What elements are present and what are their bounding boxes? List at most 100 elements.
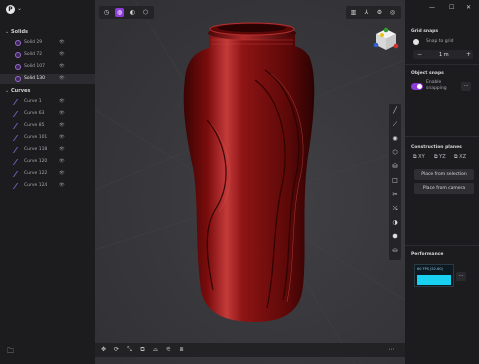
snap-to-grid-toggle[interactable]: [413, 39, 419, 45]
tree-item-label: Curve 124: [24, 183, 48, 188]
tree-item-curve[interactable]: Curve 124 👁: [0, 181, 95, 191]
cylinder-tool-icon[interactable]: ⛁: [390, 162, 400, 172]
scale-icon[interactable]: ⤡: [125, 345, 134, 355]
visibility-icon[interactable]: 👁: [59, 157, 65, 167]
tree-item-label: Curve 1: [24, 99, 42, 104]
fillet-icon[interactable]: ⌓: [151, 345, 160, 355]
performance-more-button[interactable]: ···: [456, 272, 466, 281]
tree-item-curve[interactable]: Curve 118 👁: [0, 145, 95, 155]
tree-item-solid[interactable]: Solid 29 👁: [0, 38, 95, 48]
fps-label: 60 FPS (52-60): [417, 267, 443, 271]
polygon-tool-icon[interactable]: ⬡: [390, 148, 400, 158]
stack-tool-icon[interactable]: ⛀: [390, 246, 400, 256]
grid-size-stepper[interactable]: − 1 m +: [413, 50, 473, 59]
settings-icon[interactable]: ⚙: [375, 8, 384, 17]
trim-tool-icon[interactable]: ⤯: [390, 204, 400, 214]
chevron-down-icon[interactable]: ⌄: [5, 86, 9, 96]
tree-item-label: Curve 122: [24, 171, 48, 176]
object-snaps-title: Object snaps: [411, 71, 444, 76]
place-from-camera-button[interactable]: Place from camera: [414, 183, 474, 194]
shading-icon[interactable]: ◐: [128, 8, 137, 17]
tree-item-curve[interactable]: Curve 120 👁: [0, 157, 95, 167]
clock-icon[interactable]: ◷: [102, 8, 111, 17]
axis-icon[interactable]: ⅄: [362, 8, 371, 17]
box-tool-icon[interactable]: ⬢: [390, 232, 400, 242]
cube-icon[interactable]: ⬡: [141, 8, 150, 17]
visibility-icon[interactable]: 👁: [59, 181, 65, 191]
mirror-icon[interactable]: ⚟: [164, 345, 173, 355]
tree-item-curve[interactable]: Curve 101 👁: [0, 133, 95, 143]
visibility-icon[interactable]: 👁: [59, 109, 65, 119]
maximize-icon[interactable]: ☐: [449, 4, 454, 11]
move-icon[interactable]: ✥: [99, 345, 108, 355]
visibility-icon[interactable]: 👁: [59, 38, 65, 48]
curves-group-header[interactable]: ⌄ Curves: [0, 86, 95, 96]
object-snaps-more-button[interactable]: ···: [461, 82, 471, 91]
tree-item-label: Curve 85: [24, 123, 45, 128]
solid-icon: [15, 52, 21, 58]
3d-viewport[interactable]: ◷ ◍ ◐ ⬡ ▥ ⅄ ⚙ ◎ ╱ ⟋ ◉ ⬡ ⛁ □ ✂ ⤯ ◑ ⬢ ⛀ ✥ …: [95, 0, 405, 364]
visibility-icon[interactable]: 👁: [59, 133, 65, 143]
boolean-icon[interactable]: ⧉: [138, 345, 147, 355]
grid-decrement-button[interactable]: −: [417, 51, 422, 58]
visibility-icon[interactable]: 👁: [59, 121, 65, 131]
tree-item-curve[interactable]: Curve 122 👁: [0, 169, 95, 179]
plane-xz-button[interactable]: ⧉ XZ: [454, 154, 466, 160]
visibility-icon[interactable]: 👁: [59, 97, 65, 107]
rotate-icon[interactable]: ⟳: [112, 345, 121, 355]
square-tool-icon[interactable]: □: [390, 176, 400, 186]
tree-item-solid[interactable]: Solid 130 👁: [0, 74, 95, 84]
solid-icon: [15, 40, 21, 46]
divider: [405, 245, 479, 246]
bottle-model[interactable]: [183, 22, 315, 322]
app-logo[interactable]: P: [6, 5, 15, 14]
grid-increment-button[interactable]: +: [466, 51, 471, 58]
place-from-selection-button[interactable]: Place from selection: [414, 169, 474, 180]
tree-item-solid[interactable]: Solid 72 👁: [0, 50, 95, 60]
curve-icon: [12, 159, 24, 165]
visibility-icon[interactable]: 👁: [59, 50, 65, 60]
more-icon[interactable]: ⋯: [387, 345, 396, 355]
chevron-down-icon[interactable]: ⌄: [5, 27, 9, 37]
tree-item-curve[interactable]: Curve 85 👁: [0, 121, 95, 131]
curve-icon: [12, 123, 24, 129]
visibility-icon[interactable]: 👁: [59, 74, 65, 84]
plane-icon: ⧉: [413, 154, 417, 160]
plane-xy-button[interactable]: ⧉ XY: [413, 154, 425, 160]
divider: [405, 136, 479, 137]
visibility-icon[interactable]: 👁: [59, 62, 65, 72]
tree-item-curve[interactable]: Curve 63 👁: [0, 109, 95, 119]
visibility-icon[interactable]: 👁: [59, 169, 65, 179]
grid-value: 1 m: [439, 52, 449, 58]
curve-icon: [12, 147, 24, 153]
tree-item-label: Curve 101: [24, 135, 48, 140]
globe-icon[interactable]: ◎: [388, 8, 397, 17]
minimize-icon[interactable]: —: [429, 4, 435, 11]
shell-tool-icon[interactable]: ◑: [390, 218, 400, 228]
array-icon[interactable]: ⧈: [177, 345, 186, 355]
viewport-canvas[interactable]: [95, 0, 405, 364]
folder-icon[interactable]: 🗀: [7, 347, 14, 358]
fps-bar: [417, 275, 451, 285]
plane-icon: ⧉: [434, 154, 438, 160]
cut-tool-icon[interactable]: ✂: [390, 190, 400, 200]
close-icon[interactable]: ✕: [466, 4, 471, 11]
polyline-tool-icon[interactable]: ⟋: [390, 120, 400, 130]
performance-title: Performance: [411, 252, 444, 257]
enable-snapping-toggle[interactable]: [411, 83, 423, 90]
circle-tool-icon[interactable]: ◉: [390, 134, 400, 144]
view-mode-icon[interactable]: ◍: [115, 8, 124, 17]
transform-toolbar: ✥ ⟳ ⤡ ⧉ ⌓ ⚟ ⧈ ⋯: [95, 343, 405, 357]
enable-snapping-label: Enable snapping: [426, 80, 447, 91]
solid-icon: [15, 76, 21, 82]
view-cube[interactable]: [373, 27, 399, 53]
solids-group-header[interactable]: ⌄ Solids: [0, 27, 95, 37]
plane-yz-button[interactable]: ⧉ YZ: [434, 154, 446, 160]
visibility-icon[interactable]: 👁: [59, 145, 65, 155]
curve-icon: [12, 135, 24, 141]
chevron-down-icon[interactable]: ⌄: [17, 5, 22, 12]
building-icon[interactable]: ▥: [349, 8, 358, 17]
tree-item-curve[interactable]: Curve 1 👁: [0, 97, 95, 107]
tree-item-solid[interactable]: Solid 107 👁: [0, 62, 95, 72]
line-tool-icon[interactable]: ╱: [390, 106, 400, 116]
